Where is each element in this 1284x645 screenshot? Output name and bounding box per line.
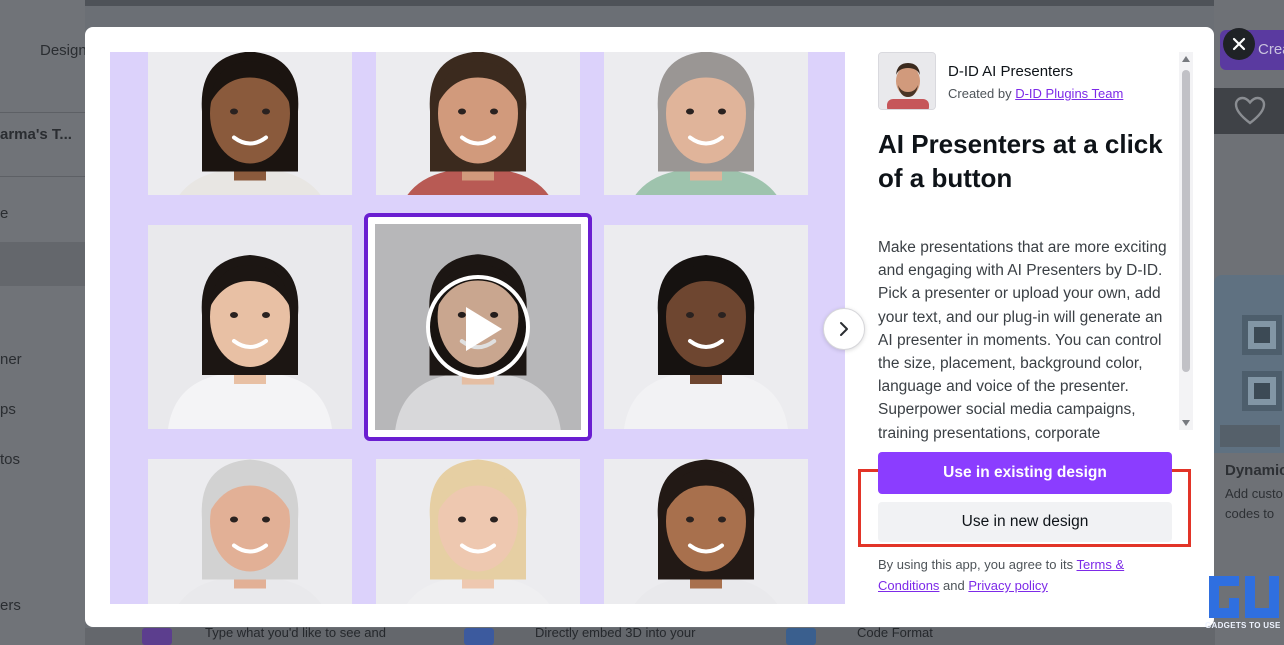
- use-in-existing-design-button[interactable]: Use in existing design: [878, 452, 1172, 494]
- presenter-thumbnail[interactable]: [604, 225, 808, 429]
- app-description: Make presentations that are more excitin…: [878, 239, 1167, 442]
- sidebar-item-design[interactable]: Design: [40, 42, 87, 59]
- card-title[interactable]: Dynamic: [1225, 462, 1284, 479]
- presenter-gallery: [110, 52, 845, 604]
- presenter-thumbnail[interactable]: [376, 52, 580, 195]
- presenter-thumbnail[interactable]: [148, 52, 352, 195]
- privacy-policy-link[interactable]: Privacy policy: [968, 578, 1047, 593]
- description-scrollbar[interactable]: [1179, 52, 1193, 430]
- terms-and: and: [939, 578, 969, 593]
- card-description: codes to: [1225, 506, 1275, 521]
- app-tile-description: Type what you'd like to see and: [205, 625, 386, 640]
- app-headline: AI Presenters at a click of a button: [878, 129, 1163, 193]
- presenter-thumbnail[interactable]: [148, 225, 352, 429]
- divider: [0, 112, 85, 113]
- sidebar-item[interactable]: ner: [0, 351, 22, 368]
- app-name: D-ID AI Presenters: [948, 63, 1074, 80]
- app-logo: [878, 52, 936, 110]
- chevron-right-icon: [840, 322, 848, 336]
- watermark-text: GADGETS TO USE: [1205, 621, 1281, 630]
- presenter-thumbnail[interactable]: [604, 52, 808, 195]
- card-description: Add custo: [1225, 486, 1283, 501]
- app-author: Created by D-ID Plugins Team: [948, 86, 1123, 101]
- created-by-label: Created by: [948, 86, 1016, 101]
- terms-notice: By using this app, you agree to its Term…: [878, 554, 1168, 596]
- scrollbar-thumb[interactable]: [1182, 70, 1190, 372]
- presenter-thumbnail[interactable]: [604, 459, 808, 604]
- app-tile-thumbnail: [786, 628, 816, 645]
- sidebar-item[interactable]: tos: [0, 451, 20, 468]
- description-scroll-area[interactable]: Make presentations that are more excitin…: [878, 236, 1168, 469]
- gallery-next-button[interactable]: [823, 308, 865, 350]
- close-modal-button[interactable]: [1223, 28, 1255, 60]
- sidebar-team-name[interactable]: arma's T...: [0, 126, 72, 143]
- background-sidebar: Design arma's T... e ner ps tos ers: [0, 0, 87, 645]
- sidebar-item[interactable]: ers: [0, 597, 21, 614]
- sidebar-item[interactable]: ps: [0, 401, 16, 418]
- sidebar-item[interactable]: e: [0, 205, 8, 222]
- developer-link[interactable]: D-ID Plugins Team: [1015, 86, 1123, 101]
- scroll-up-arrow-icon[interactable]: [1182, 56, 1190, 62]
- play-video-button[interactable]: [426, 275, 530, 379]
- app-detail-modal: D-ID AI Presenters Created by D-ID Plugi…: [85, 27, 1214, 627]
- divider: [0, 176, 85, 177]
- top-strip: [0, 0, 1284, 6]
- play-icon: [466, 307, 502, 351]
- watermark-logo: GADGETS TO USE: [1205, 572, 1284, 645]
- presenter-thumbnail[interactable]: [376, 459, 580, 604]
- sidebar-item-selected[interactable]: [0, 242, 85, 286]
- qr-code-card-image: [1214, 275, 1284, 453]
- app-tile-title: Code Format: [857, 625, 933, 640]
- heart-icon[interactable]: [1234, 96, 1266, 126]
- presenter-thumbnail[interactable]: [148, 459, 352, 604]
- close-icon: [1232, 37, 1246, 51]
- app-tile-thumbnail: [464, 628, 494, 645]
- scroll-down-arrow-icon[interactable]: [1182, 420, 1190, 426]
- presenter-thumbnail-selected[interactable]: [364, 213, 592, 441]
- use-in-new-design-button[interactable]: Use in new design: [878, 502, 1172, 542]
- app-tile-thumbnail: [142, 628, 172, 645]
- terms-prefix: By using this app, you agree to its: [878, 557, 1077, 572]
- app-tile-description: Directly embed 3D into your: [535, 625, 696, 640]
